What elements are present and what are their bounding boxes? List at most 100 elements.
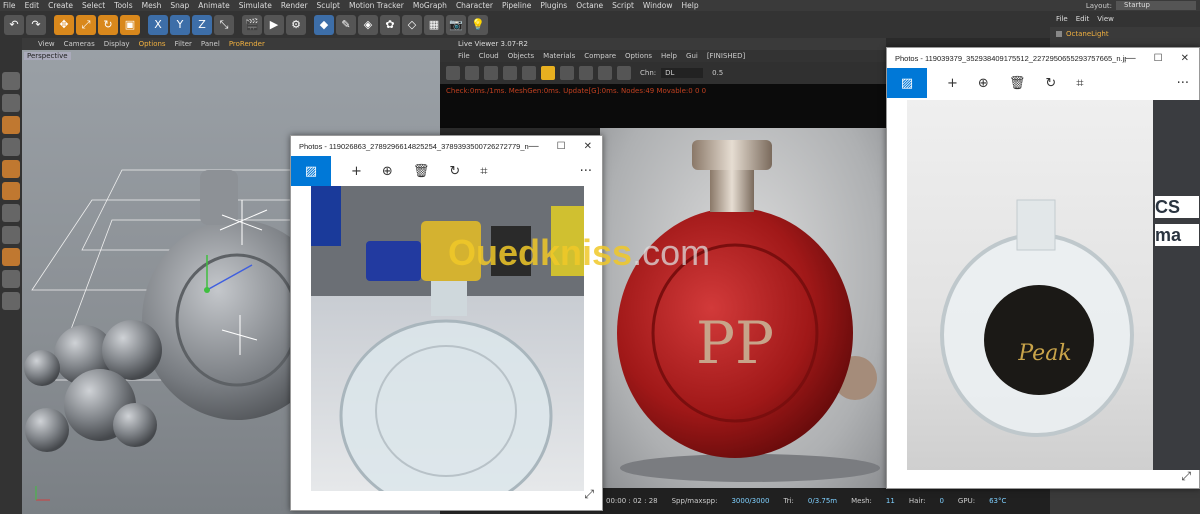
- z-axis-icon[interactable]: Z: [192, 14, 212, 35]
- vp-menu-panel[interactable]: Panel: [201, 40, 220, 48]
- pen-icon[interactable]: ✎: [336, 14, 356, 35]
- select-tool-icon[interactable]: ▣: [120, 14, 140, 35]
- lock-icon[interactable]: [2, 292, 20, 310]
- light-icon[interactable]: 💡: [468, 14, 488, 35]
- coordinate-system-icon[interactable]: ⤡: [214, 14, 234, 35]
- material-ball-icon[interactable]: [560, 66, 574, 80]
- settings-icon[interactable]: [522, 66, 536, 80]
- vp-menu-options[interactable]: Options: [139, 40, 166, 48]
- polygons-mode-icon[interactable]: [2, 160, 20, 178]
- menu-edit[interactable]: Edit: [25, 1, 40, 10]
- pause-icon[interactable]: [484, 66, 498, 80]
- render-picture-viewer-icon[interactable]: ▶: [264, 14, 284, 35]
- menu-snap[interactable]: Snap: [170, 1, 189, 10]
- menu-simulate[interactable]: Simulate: [239, 1, 272, 10]
- cloner-icon[interactable]: ✿: [380, 14, 400, 35]
- photos-titlebar[interactable]: Photos - 119026863_2789296614825254_3789…: [291, 136, 602, 156]
- scale-tool-icon[interactable]: ⤢: [76, 14, 96, 35]
- add-icon[interactable]: +: [351, 164, 362, 179]
- menu-animate[interactable]: Animate: [198, 1, 229, 10]
- subdivision-icon[interactable]: ◈: [358, 14, 378, 35]
- object-row-octanelight[interactable]: OctaneLight: [1056, 30, 1194, 38]
- x-axis-icon[interactable]: X: [148, 14, 168, 35]
- close-icon[interactable]: ✕: [1181, 53, 1189, 64]
- undo-icon[interactable]: ↶: [4, 14, 24, 35]
- render-settings-icon[interactable]: ⚙: [286, 14, 306, 35]
- model-mode-icon[interactable]: [2, 72, 20, 90]
- channel-value[interactable]: 0.5: [712, 69, 723, 77]
- vp-menu-display[interactable]: Display: [104, 40, 130, 48]
- menu-file[interactable]: File: [3, 1, 16, 10]
- layout-dropdown[interactable]: Startup: [1116, 1, 1196, 10]
- om-menu-view[interactable]: View: [1097, 15, 1114, 23]
- snap-icon[interactable]: [2, 226, 20, 244]
- close-icon[interactable]: ✕: [584, 141, 592, 152]
- edges-mode-icon[interactable]: [2, 138, 20, 156]
- minimize-icon[interactable]: —: [1126, 53, 1136, 64]
- menu-mograph[interactable]: MoGraph: [413, 1, 447, 10]
- om-menu-file[interactable]: File: [1056, 15, 1068, 23]
- send-scene-icon[interactable]: [446, 66, 460, 80]
- redo-icon[interactable]: ↷: [26, 14, 46, 35]
- menu-create[interactable]: Create: [48, 1, 73, 10]
- lv-menu-help[interactable]: Help: [661, 52, 677, 60]
- vp-menu-prorender[interactable]: ProRender: [229, 40, 265, 48]
- workplane-icon[interactable]: [2, 248, 20, 266]
- texture-mode-icon[interactable]: [2, 94, 20, 112]
- crop-icon[interactable]: ⌗: [1076, 76, 1083, 91]
- photos-window-right[interactable]: Photos - 119039379_352938409175512_22729…: [886, 47, 1200, 489]
- crop-icon[interactable]: ⌗: [480, 164, 487, 179]
- vp-menu-view[interactable]: View: [38, 40, 55, 48]
- zoom-icon[interactable]: ⊕: [382, 164, 393, 179]
- lv-menu-gui[interactable]: Gui: [686, 52, 698, 60]
- minimize-icon[interactable]: —: [529, 141, 539, 152]
- pick-focus-icon[interactable]: [598, 66, 612, 80]
- menu-mesh[interactable]: Mesh: [142, 1, 162, 10]
- menu-select[interactable]: Select: [82, 1, 105, 10]
- deformer-icon[interactable]: ◇: [402, 14, 422, 35]
- lv-menu-objects[interactable]: Objects: [508, 52, 534, 60]
- menu-pipeline[interactable]: Pipeline: [502, 1, 531, 10]
- cube-icon[interactable]: ◆: [314, 14, 334, 35]
- vp-menu-cameras[interactable]: Cameras: [64, 40, 95, 48]
- add-icon[interactable]: +: [947, 76, 958, 91]
- clay-mode-icon[interactable]: [579, 66, 593, 80]
- menu-octane[interactable]: Octane: [576, 1, 603, 10]
- more-options-icon[interactable]: ···: [1177, 76, 1199, 91]
- menu-motion-tracker[interactable]: Motion Tracker: [349, 1, 404, 10]
- render-view-icon[interactable]: 🎬: [242, 14, 262, 35]
- menu-render[interactable]: Render: [281, 1, 308, 10]
- menu-script[interactable]: Script: [612, 1, 634, 10]
- photos-window-left[interactable]: Photos - 119026863_2789296614825254_3789…: [290, 135, 603, 511]
- menu-plugins[interactable]: Plugins: [540, 1, 567, 10]
- rotate-icon[interactable]: ↻: [449, 164, 460, 179]
- points-mode-icon[interactable]: [2, 116, 20, 134]
- zoom-icon[interactable]: ⊕: [978, 76, 989, 91]
- axis-mode-icon[interactable]: [2, 182, 20, 200]
- vp-menu-filter[interactable]: Filter: [175, 40, 192, 48]
- restart-render-icon[interactable]: [465, 66, 479, 80]
- delete-icon[interactable]: 🗑: [1009, 76, 1026, 91]
- delete-icon[interactable]: 🗑: [413, 164, 430, 179]
- expand-icon[interactable]: ⤢: [584, 487, 594, 502]
- menu-character[interactable]: Character: [456, 1, 493, 10]
- y-axis-icon[interactable]: Y: [170, 14, 190, 35]
- more-options-icon[interactable]: ···: [580, 164, 602, 179]
- move-tool-icon[interactable]: ✥: [54, 14, 74, 35]
- menu-sculpt[interactable]: Sculpt: [317, 1, 340, 10]
- lock-icon[interactable]: [541, 66, 555, 80]
- lv-menu-materials[interactable]: Materials: [543, 52, 575, 60]
- image-icon[interactable]: ▨: [291, 156, 331, 186]
- photos-titlebar[interactable]: Photos - 119039379_352938409175512_22729…: [887, 48, 1199, 68]
- menu-window[interactable]: Window: [643, 1, 673, 10]
- lv-menu-cloud[interactable]: Cloud: [479, 52, 499, 60]
- image-icon[interactable]: ▨: [887, 68, 927, 98]
- maximize-icon[interactable]: ☐: [557, 141, 566, 152]
- menu-tools[interactable]: Tools: [114, 1, 132, 10]
- lv-menu-options[interactable]: Options: [625, 52, 652, 60]
- floor-icon[interactable]: ▦: [424, 14, 444, 35]
- maximize-icon[interactable]: ☐: [1154, 53, 1163, 64]
- rotate-icon[interactable]: ↻: [1045, 76, 1056, 91]
- channel-dropdown[interactable]: DL: [661, 68, 704, 78]
- expand-icon[interactable]: ⤢: [1181, 469, 1191, 484]
